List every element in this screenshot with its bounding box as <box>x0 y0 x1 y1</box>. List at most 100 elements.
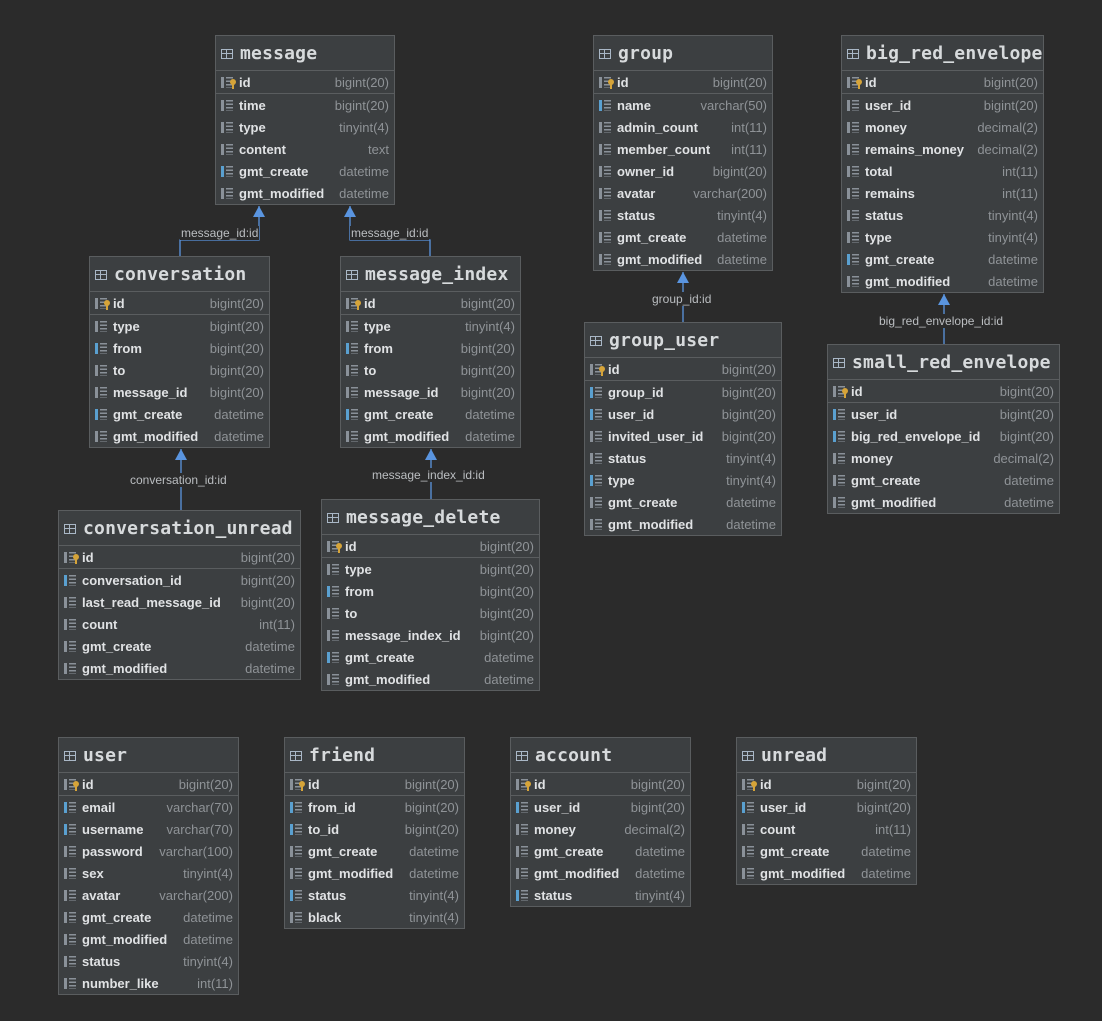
column-row[interactable]: user_id bigint(20) <box>828 403 1059 425</box>
column-row[interactable]: gmt_modified datetime <box>594 248 772 270</box>
table-account[interactable]: account id bigint(20) user_id bigint(20) mone… <box>510 737 691 907</box>
column-row[interactable]: message_id bigint(20) <box>90 381 269 403</box>
column-row[interactable]: gmt_create datetime <box>341 403 520 425</box>
column-row[interactable]: from_id bigint(20) <box>285 796 464 818</box>
column-row[interactable]: gmt_create datetime <box>737 840 916 862</box>
column-row[interactable]: id bigint(20) <box>59 773 238 796</box>
table-unread[interactable]: unread id bigint(20) user_id bigint(20) count… <box>736 737 917 885</box>
column-row[interactable]: status tinyint(4) <box>59 950 238 972</box>
column-row[interactable]: from bigint(20) <box>322 580 539 602</box>
column-row[interactable]: time bigint(20) <box>216 94 394 116</box>
column-row[interactable]: gmt_modified datetime <box>828 491 1059 513</box>
table-header[interactable]: message_delete <box>322 500 539 535</box>
column-row[interactable]: to bigint(20) <box>322 602 539 624</box>
column-row[interactable]: gmt_modified datetime <box>285 862 464 884</box>
column-row[interactable]: type tinyint(4) <box>216 116 394 138</box>
column-row[interactable]: to bigint(20) <box>341 359 520 381</box>
column-row[interactable]: id bigint(20) <box>737 773 916 796</box>
column-row[interactable]: status tinyint(4) <box>585 447 781 469</box>
column-row[interactable]: id bigint(20) <box>216 71 394 94</box>
column-row[interactable]: gmt_create datetime <box>285 840 464 862</box>
column-row[interactable]: gmt_modified datetime <box>90 425 269 447</box>
column-row[interactable]: user_id bigint(20) <box>511 796 690 818</box>
column-row[interactable]: id bigint(20) <box>59 546 300 569</box>
column-row[interactable]: id bigint(20) <box>341 292 520 315</box>
column-row[interactable]: gmt_create datetime <box>216 160 394 182</box>
column-row[interactable]: gmt_create datetime <box>594 226 772 248</box>
column-row[interactable]: total int(11) <box>842 160 1043 182</box>
column-row[interactable]: id bigint(20) <box>511 773 690 796</box>
column-row[interactable]: message_index_id bigint(20) <box>322 624 539 646</box>
table-header[interactable]: account <box>511 738 690 773</box>
column-row[interactable]: email varchar(70) <box>59 796 238 818</box>
table-message-delete[interactable]: message_delete id bigint(20) type bigint(20)… <box>321 499 540 691</box>
column-row[interactable]: admin_count int(11) <box>594 116 772 138</box>
column-row[interactable]: id bigint(20) <box>322 535 539 558</box>
column-row[interactable]: status tinyint(4) <box>285 884 464 906</box>
column-row[interactable]: type tinyint(4) <box>842 226 1043 248</box>
column-row[interactable]: to bigint(20) <box>90 359 269 381</box>
table-group[interactable]: group id bigint(20) name varchar(50) admin_co… <box>593 35 773 271</box>
table-conversation[interactable]: conversation id bigint(20) type bigint(20) fr… <box>89 256 270 448</box>
column-row[interactable]: money decimal(2) <box>511 818 690 840</box>
table-header[interactable]: big_red_envelope <box>842 36 1043 71</box>
table-big-red-envelope[interactable]: big_red_envelope id bigint(20) user_id bigin… <box>841 35 1044 293</box>
column-row[interactable]: avatar varchar(200) <box>594 182 772 204</box>
table-header[interactable]: conversation_unread <box>59 511 300 546</box>
column-row[interactable]: gmt_create datetime <box>59 635 300 657</box>
column-row[interactable]: last_read_message_id bigint(20) <box>59 591 300 613</box>
column-row[interactable]: gmt_modified datetime <box>842 270 1043 292</box>
column-row[interactable]: from bigint(20) <box>341 337 520 359</box>
column-row[interactable]: money decimal(2) <box>828 447 1059 469</box>
table-user[interactable]: user id bigint(20) email varchar(70) username… <box>58 737 239 995</box>
column-row[interactable]: gmt_create datetime <box>90 403 269 425</box>
column-row[interactable]: from bigint(20) <box>90 337 269 359</box>
column-row[interactable]: gmt_modified datetime <box>511 862 690 884</box>
column-row[interactable]: member_count int(11) <box>594 138 772 160</box>
column-row[interactable]: group_id bigint(20) <box>585 381 781 403</box>
column-row[interactable]: id bigint(20) <box>285 773 464 796</box>
column-row[interactable]: remains_money decimal(2) <box>842 138 1043 160</box>
column-row[interactable]: gmt_modified datetime <box>216 182 394 204</box>
column-row[interactable]: name varchar(50) <box>594 94 772 116</box>
column-row[interactable]: remains int(11) <box>842 182 1043 204</box>
column-row[interactable]: gmt_create datetime <box>511 840 690 862</box>
table-conversation-unread[interactable]: conversation_unread id bigint(20) conversat… <box>58 510 301 680</box>
column-row[interactable]: username varchar(70) <box>59 818 238 840</box>
column-row[interactable]: gmt_create datetime <box>59 906 238 928</box>
column-row[interactable]: status tinyint(4) <box>594 204 772 226</box>
column-row[interactable]: type tinyint(4) <box>341 315 520 337</box>
column-row[interactable]: black tinyint(4) <box>285 906 464 928</box>
table-small-red-envelope[interactable]: small_red_envelope id bigint(20) user_id big… <box>827 344 1060 514</box>
column-row[interactable]: type tinyint(4) <box>585 469 781 491</box>
column-row[interactable]: id bigint(20) <box>585 358 781 381</box>
column-row[interactable]: owner_id bigint(20) <box>594 160 772 182</box>
column-row[interactable]: to_id bigint(20) <box>285 818 464 840</box>
column-row[interactable]: message_id bigint(20) <box>341 381 520 403</box>
column-row[interactable]: count int(11) <box>737 818 916 840</box>
column-row[interactable]: money decimal(2) <box>842 116 1043 138</box>
column-row[interactable]: avatar varchar(200) <box>59 884 238 906</box>
table-header[interactable]: unread <box>737 738 916 773</box>
column-row[interactable]: status tinyint(4) <box>511 884 690 906</box>
column-row[interactable]: status tinyint(4) <box>842 204 1043 226</box>
column-row[interactable]: gmt_create datetime <box>828 469 1059 491</box>
table-header[interactable]: message_index <box>341 257 520 292</box>
table-header[interactable]: message <box>216 36 394 71</box>
column-row[interactable]: gmt_create datetime <box>585 491 781 513</box>
table-header[interactable]: conversation <box>90 257 269 292</box>
table-header[interactable]: user <box>59 738 238 773</box>
column-row[interactable]: gmt_modified datetime <box>737 862 916 884</box>
column-row[interactable]: gmt_modified datetime <box>322 668 539 690</box>
table-header[interactable]: friend <box>285 738 464 773</box>
column-row[interactable]: password varchar(100) <box>59 840 238 862</box>
table-header[interactable]: small_red_envelope <box>828 345 1059 380</box>
column-row[interactable]: user_id bigint(20) <box>585 403 781 425</box>
column-row[interactable]: type bigint(20) <box>322 558 539 580</box>
column-row[interactable]: sex tinyint(4) <box>59 862 238 884</box>
column-row[interactable]: id bigint(20) <box>842 71 1043 94</box>
table-message[interactable]: message id bigint(20) time bigint(20) type tin… <box>215 35 395 205</box>
column-row[interactable]: gmt_create datetime <box>322 646 539 668</box>
table-message-index[interactable]: message_index id bigint(20) type tinyint(4) f… <box>340 256 521 448</box>
column-row[interactable]: user_id bigint(20) <box>737 796 916 818</box>
